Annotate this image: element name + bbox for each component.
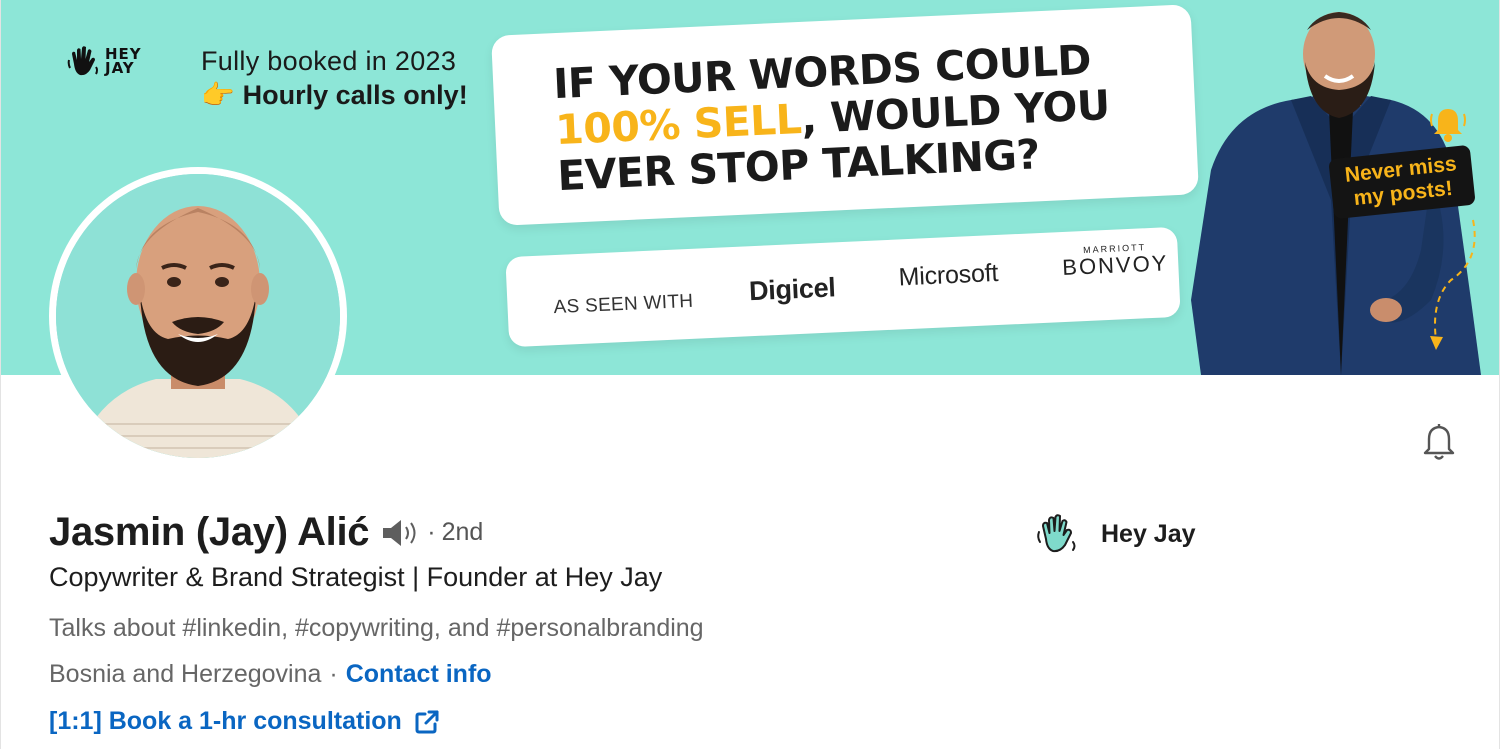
consultation-link[interactable]: [1:1] Book a 1-hr consultation <box>49 707 440 736</box>
degree-text: 2nd <box>441 518 484 546</box>
connection-degree: · 2nd <box>427 518 483 547</box>
profile-name: Jasmin (Jay) Alić <box>49 510 370 554</box>
hey-jay-banner-logo: HEY JAY <box>67 44 142 78</box>
marriott-bonvoy-logo: MARRIOTT BONVOY <box>1061 241 1169 280</box>
profile-card: HEY JAY Fully booked in 2023 👉 Hourly ca… <box>0 0 1500 749</box>
pointing-hand-icon: 👉 <box>201 80 235 110</box>
name-row: Jasmin (Jay) Alić · 2nd <box>49 510 483 555</box>
name-pronunciation-button[interactable] <box>381 516 421 550</box>
degree-separator: · <box>427 518 436 546</box>
digicel-logo: Digicel <box>748 272 837 307</box>
banner-logo-line2: JAY <box>105 59 135 77</box>
external-link-icon <box>415 710 439 733</box>
booking-note: Fully booked in 2023 👉 Hourly calls only… <box>201 44 468 112</box>
waving-hand-icon <box>1037 514 1076 553</box>
profile-photo[interactable] <box>49 167 347 465</box>
talks-about: Talks about #linkedin, #copywriting, and… <box>49 614 704 642</box>
location-row: Bosnia and Herzegovina · Contact info <box>49 660 492 689</box>
as-seen-with-label: AS SEEN WITH <box>553 290 694 319</box>
bell-icon <box>1423 424 1455 460</box>
company-name: Hey Jay <box>1101 519 1196 548</box>
location-separator: · <box>329 660 338 688</box>
contact-info-link[interactable]: Contact info <box>346 660 492 688</box>
booking-note-line2-text: Hourly calls only! <box>242 80 468 110</box>
booking-note-line1: Fully booked in 2023 <box>201 46 457 76</box>
speaker-icon <box>383 519 416 546</box>
location: Bosnia and Herzegovina <box>49 660 322 688</box>
profile-headline: Copywriter & Brand Strategist | Founder … <box>49 562 663 592</box>
waving-hand-icon <box>67 46 98 76</box>
profile-photo-illustration <box>56 174 340 458</box>
profile-photo-image <box>56 174 340 458</box>
quote-card: IF YOUR WORDS COULD 100% SELL, WOULD YOU… <box>491 4 1199 226</box>
as-seen-with-card: AS SEEN WITH Digicel Microsoft MARRIOTT … <box>505 226 1181 348</box>
yellow-bell-icon <box>1430 109 1466 142</box>
bonvoy-wordmark: BONVOY <box>1061 250 1169 281</box>
microsoft-logo: Microsoft <box>897 258 999 292</box>
notification-bell-button[interactable] <box>1417 420 1461 464</box>
consultation-link-label: [1:1] Book a 1-hr consultation <box>49 707 402 735</box>
quote-text: IF YOUR WORDS COULD 100% SELL, WOULD YOU… <box>552 34 1158 200</box>
current-company[interactable]: Hey Jay <box>1035 512 1196 556</box>
booking-note-line2: 👉 Hourly calls only! <box>201 78 468 112</box>
